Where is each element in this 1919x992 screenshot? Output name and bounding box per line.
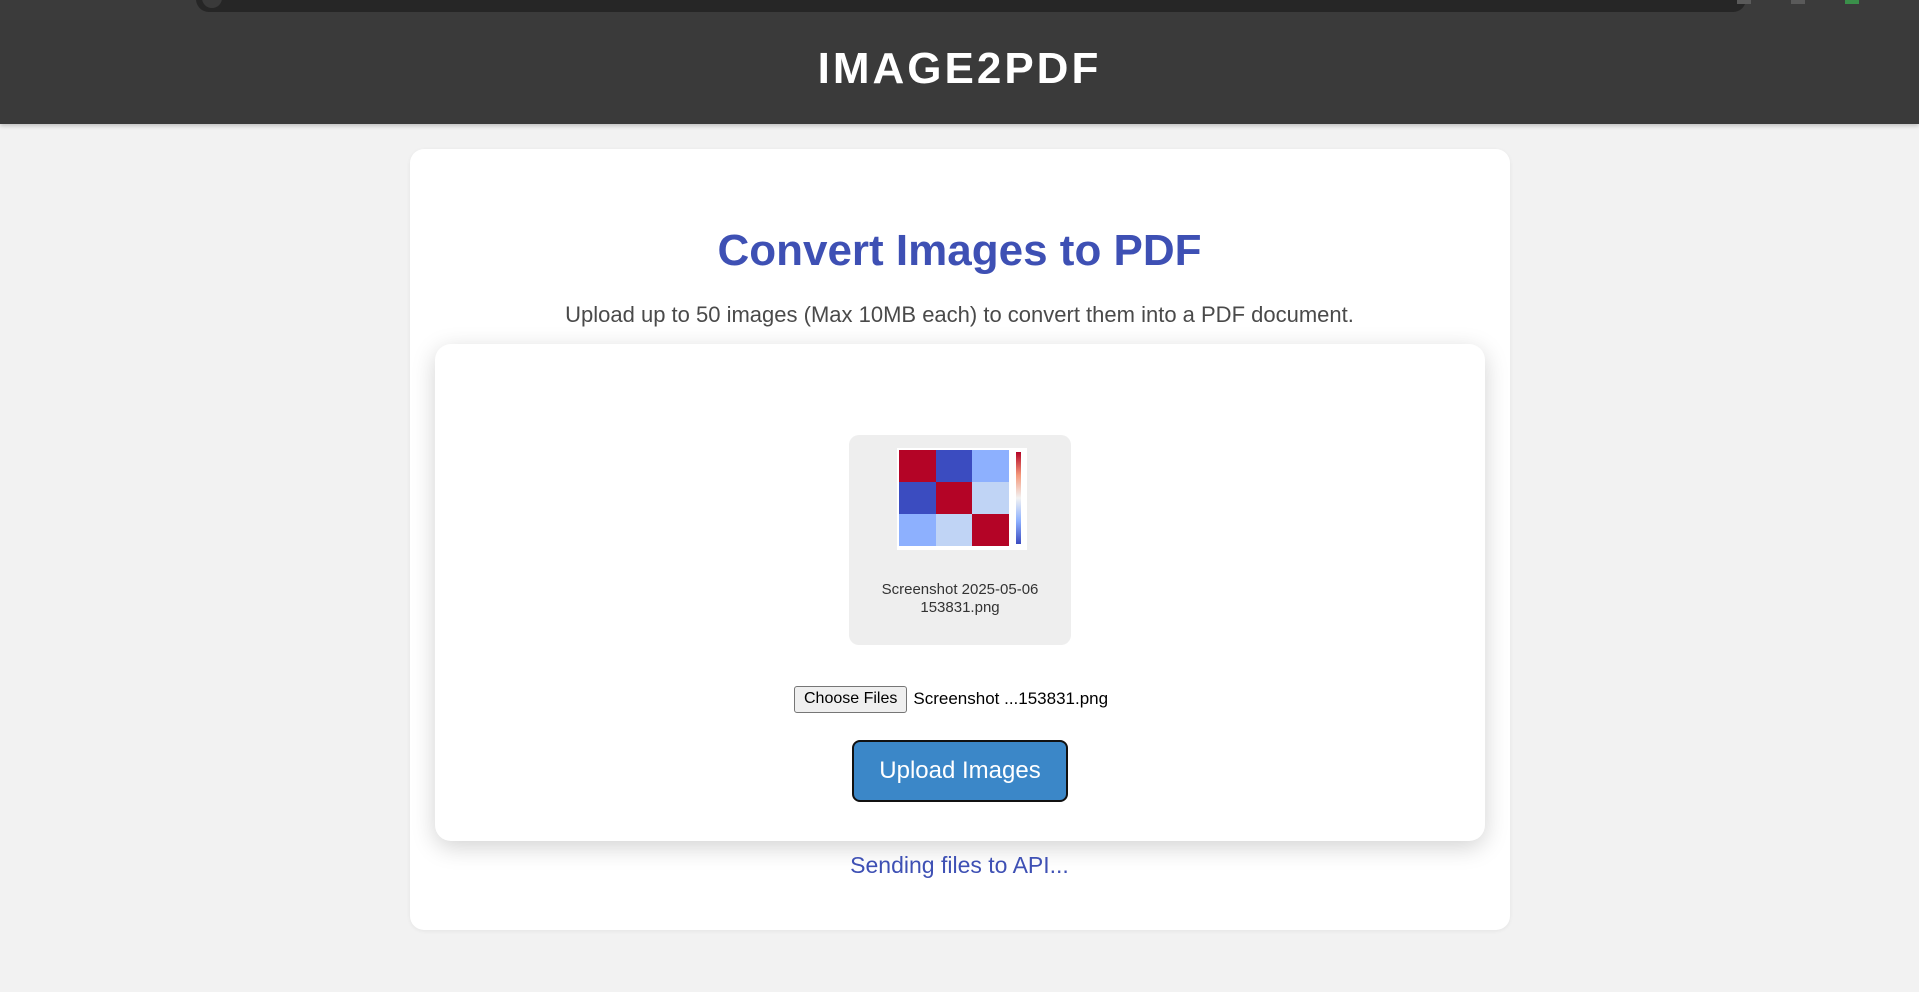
preview-file-name: Screenshot 2025-05-06 153831.png — [849, 581, 1071, 617]
browser-toolbar — [0, 0, 1919, 22]
heatmap-thumbnail-image — [897, 448, 1027, 550]
bookmark-icon[interactable] — [1737, 0, 1751, 4]
profile-icon[interactable] — [1845, 0, 1859, 4]
choose-files-button[interactable]: Choose Files — [794, 685, 908, 713]
preview-file-name-line2: 153831.png — [920, 599, 1000, 616]
thumbnail-cell — [935, 482, 973, 514]
browser-extensions — [1737, 0, 1859, 4]
site-info-icon[interactable] — [202, 0, 222, 8]
thumbnail-grid — [899, 450, 1009, 546]
thumbnail-colorbar — [1016, 452, 1021, 544]
status-message: Sending files to API... — [850, 852, 1069, 878]
thumbnail-cell — [935, 514, 973, 546]
preview-file-name-line1: Screenshot 2025-05-06 — [881, 581, 1039, 598]
extension-icon[interactable] — [1791, 0, 1805, 4]
thumbnail-cell — [899, 450, 936, 482]
browser-address-bar[interactable] — [196, 0, 1746, 12]
page-subtitle: Upload up to 50 images (Max 10MB each) t… — [565, 302, 1354, 327]
upload-images-button[interactable]: Upload Images — [852, 740, 1068, 802]
thumbnail-cell — [972, 482, 1009, 514]
app-header: IMAGE2PDF — [0, 22, 1919, 124]
app-title: IMAGE2PDF — [817, 44, 1102, 93]
thumbnail-cell — [899, 482, 936, 514]
selected-file-name: Screenshot ...153831.png — [913, 689, 1109, 708]
thumbnail-cell — [935, 450, 973, 482]
thumbnail-cell — [972, 450, 1009, 482]
thumbnail-cell — [899, 514, 936, 546]
page-title: Convert Images to PDF — [717, 226, 1202, 275]
file-input[interactable]: Choose Files Screenshot ...153831.png — [794, 685, 1108, 713]
thumbnail-cell — [972, 514, 1009, 546]
